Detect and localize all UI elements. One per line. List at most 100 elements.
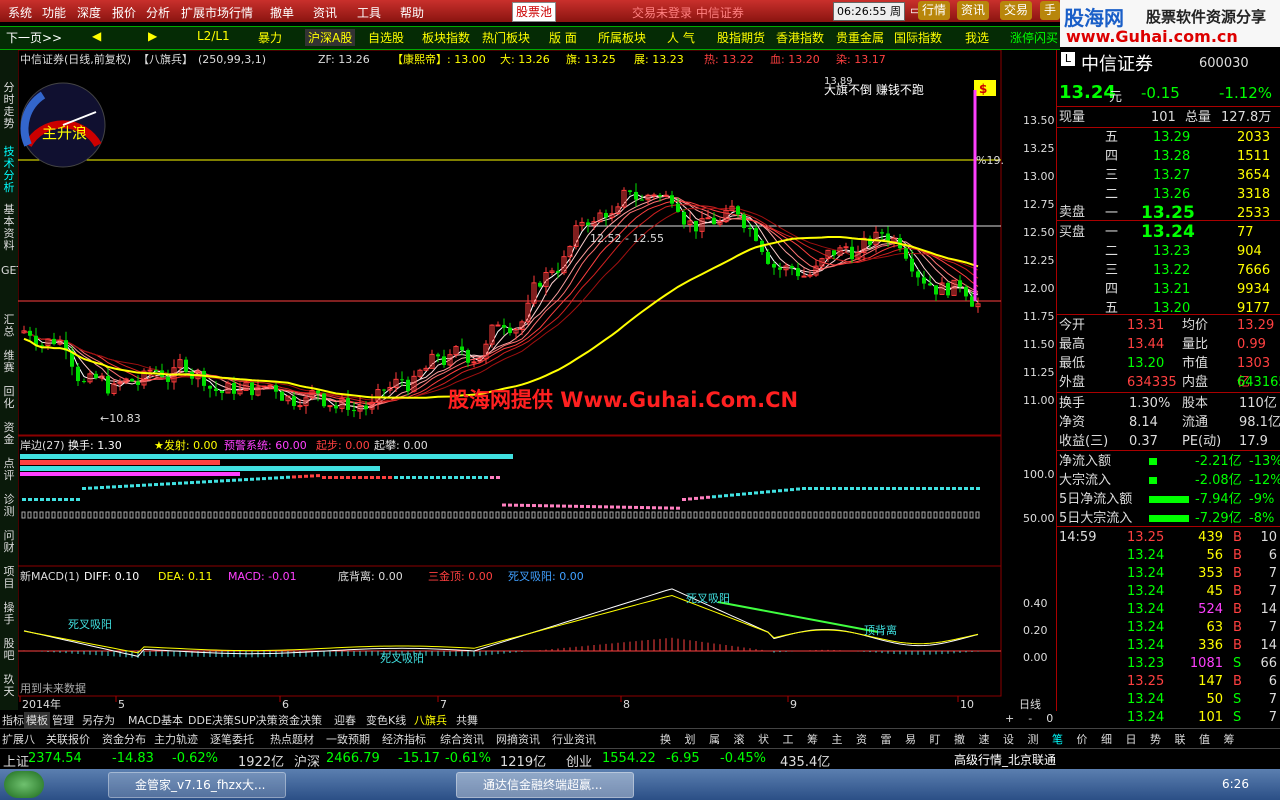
menu-help[interactable]: 帮助 (400, 4, 424, 21)
indicator-tab[interactable]: 资金决策 (278, 712, 322, 728)
tab-forum[interactable]: 股吧 (1, 638, 17, 662)
precious-metals-button[interactable]: 贵重金属 (836, 29, 884, 46)
func-shortcut[interactable]: 滚 (734, 731, 745, 747)
intl-index-button[interactable]: 国际指数 (894, 29, 942, 46)
func-shortcut[interactable]: 工 (783, 731, 794, 747)
buy-price[interactable]: 13.24 (1141, 223, 1195, 242)
task-tdx[interactable]: 通达信金融终端超赢... (456, 772, 634, 798)
sell-price[interactable]: 13.25 (1141, 204, 1195, 223)
func-button[interactable]: 行业资讯 (552, 731, 596, 747)
violence-button[interactable]: 暴力 (258, 29, 282, 46)
func-shortcut[interactable]: 筹 (807, 731, 818, 747)
zoom-out-button[interactable]: - (1028, 712, 1032, 725)
menu-depth[interactable]: 深度 (77, 4, 101, 21)
func-button[interactable]: 逐笔委托 (210, 731, 254, 747)
func-shortcut[interactable]: 价 (1077, 731, 1088, 747)
sell-price[interactable]: 13.27 (1153, 166, 1190, 185)
l2-l1-button[interactable]: L2/L1 (197, 29, 230, 43)
hand-button[interactable]: 手 (1040, 1, 1061, 20)
tab-wencai[interactable]: 问财 (1, 530, 17, 554)
func-button[interactable]: 一致预期 (326, 731, 370, 747)
func-shortcut[interactable]: 值 (1199, 731, 1210, 747)
tab-capital[interactable]: 资金 (1, 422, 17, 446)
func-shortcut[interactable]: 雷 (881, 731, 892, 747)
hot-sector-button[interactable]: 热门板块 (482, 29, 530, 46)
func-shortcut[interactable]: 日 (1126, 731, 1137, 747)
func-button[interactable]: 资金分布 (102, 731, 146, 747)
indicator-tab[interactable]: 迎春 (334, 712, 356, 728)
func-button[interactable]: 经济指标 (382, 731, 426, 747)
func-shortcut[interactable]: 速 (979, 731, 990, 747)
func-button[interactable]: 综合资讯 (440, 731, 484, 747)
chart-area[interactable]: 中信证券(日线,前复权) 【八旗兵】 (250,99,3,1) ZF: 13.2… (17, 49, 1055, 711)
tab-diagnose[interactable]: 诊测 (1, 494, 17, 518)
buy-price[interactable]: 13.22 (1153, 261, 1190, 280)
sector-index-button[interactable]: 板块指数 (422, 29, 470, 46)
next-arrow-icon[interactable]: ▶ (148, 29, 157, 43)
period-label[interactable]: 日线 (1019, 697, 1041, 711)
zoom-controls[interactable]: + - 0 (1005, 712, 1053, 725)
task-goldmanager[interactable]: 金管家_v7.16_fhzx大... (108, 772, 286, 798)
index-futures-button[interactable]: 股指期货 (717, 29, 765, 46)
func-shortcut[interactable]: 属 (709, 731, 720, 747)
func-shortcut[interactable]: 测 (1028, 731, 1039, 747)
menu-extended-market[interactable]: 扩展市场行情 (181, 4, 253, 21)
sell-price[interactable]: 13.28 (1153, 147, 1190, 166)
tab-review[interactable]: 点评 (1, 458, 17, 482)
menu-system[interactable]: 系统 (8, 4, 32, 21)
tab-summary[interactable]: 汇总 (1, 314, 17, 338)
func-button[interactable]: 关联报价 (46, 731, 90, 747)
func-shortcut[interactable]: 笔 (1052, 731, 1063, 747)
indicator-tab[interactable]: SUP决策 (234, 712, 278, 728)
indicator-tab[interactable]: MACD基本 (128, 712, 183, 728)
tab-jiutian[interactable]: 玖天 (1, 674, 17, 698)
watchlist-button[interactable]: 自选股 (368, 29, 404, 46)
indicator-tab[interactable]: 八旗兵 (414, 712, 447, 728)
menu-stock-pool[interactable]: 股票池 (512, 2, 557, 22)
sh-sz-a-button[interactable]: 沪深A股 (305, 29, 356, 46)
market-button[interactable]: 行情 (918, 1, 951, 20)
func-shortcut[interactable]: 细 (1101, 731, 1112, 747)
func-button[interactable]: 网摘资讯 (496, 731, 540, 747)
func-shortcut[interactable]: 盯 (930, 731, 941, 747)
layout-button[interactable]: 版 面 (549, 29, 577, 46)
func-shortcut[interactable]: 资 (856, 731, 867, 747)
zoom-reset-button[interactable]: 0 (1046, 712, 1053, 725)
menu-tools[interactable]: 工具 (357, 4, 381, 21)
func-shortcut[interactable]: 主 (832, 731, 843, 747)
news-button[interactable]: 资讯 (957, 1, 990, 20)
tab-weisai[interactable]: 维赛 (1, 350, 17, 374)
func-shortcut[interactable]: 势 (1150, 731, 1161, 747)
sell-price[interactable]: 13.29 (1153, 128, 1190, 147)
indicator-tab[interactable]: 指标 (2, 712, 24, 728)
func-shortcut[interactable]: 设 (1003, 731, 1014, 747)
menu-function[interactable]: 功能 (42, 4, 66, 21)
tab-technical[interactable]: 技术分析 (1, 146, 17, 194)
func-shortcut[interactable]: 联 (1175, 731, 1186, 747)
func-button[interactable]: 主力轨迹 (154, 731, 198, 747)
func-shortcut[interactable]: 撤 (954, 731, 965, 747)
belong-sector-button[interactable]: 所属板块 (598, 29, 646, 46)
indicator-tab[interactable]: DDE决策 (188, 712, 234, 728)
prev-arrow-icon[interactable]: ◀ (92, 29, 101, 43)
tab-timeshare[interactable]: 分时走势 (1, 82, 17, 130)
indicator-tab[interactable]: 模板 (24, 712, 50, 728)
indicator-tab[interactable]: 共舞 (456, 712, 478, 728)
trade-button[interactable]: 交易 (1000, 1, 1033, 20)
menu-cancel-order[interactable]: 撤单 (270, 4, 294, 21)
indicator-tab[interactable]: 变色K线 (366, 712, 406, 728)
tab-trader[interactable]: 操手 (1, 602, 17, 626)
indicator-tab[interactable]: 另存为 (82, 712, 115, 728)
func-button[interactable]: 热点题材 (270, 731, 314, 747)
buy-price[interactable]: 13.21 (1153, 280, 1190, 299)
tab-get[interactable]: GET (1, 265, 23, 277)
menu-info[interactable]: 资讯 (313, 4, 337, 21)
func-button[interactable]: 扩展八 (2, 731, 35, 747)
tab-project[interactable]: 项目 (1, 566, 17, 590)
menu-quote[interactable]: 报价 (112, 4, 136, 21)
func-shortcut[interactable]: 易 (905, 731, 916, 747)
next-page-button[interactable]: 下一页>> (6, 29, 62, 46)
func-shortcut[interactable]: 筹 (1224, 731, 1235, 747)
my-pick-button[interactable]: 我选 (965, 29, 989, 46)
start-button[interactable] (4, 771, 44, 798)
